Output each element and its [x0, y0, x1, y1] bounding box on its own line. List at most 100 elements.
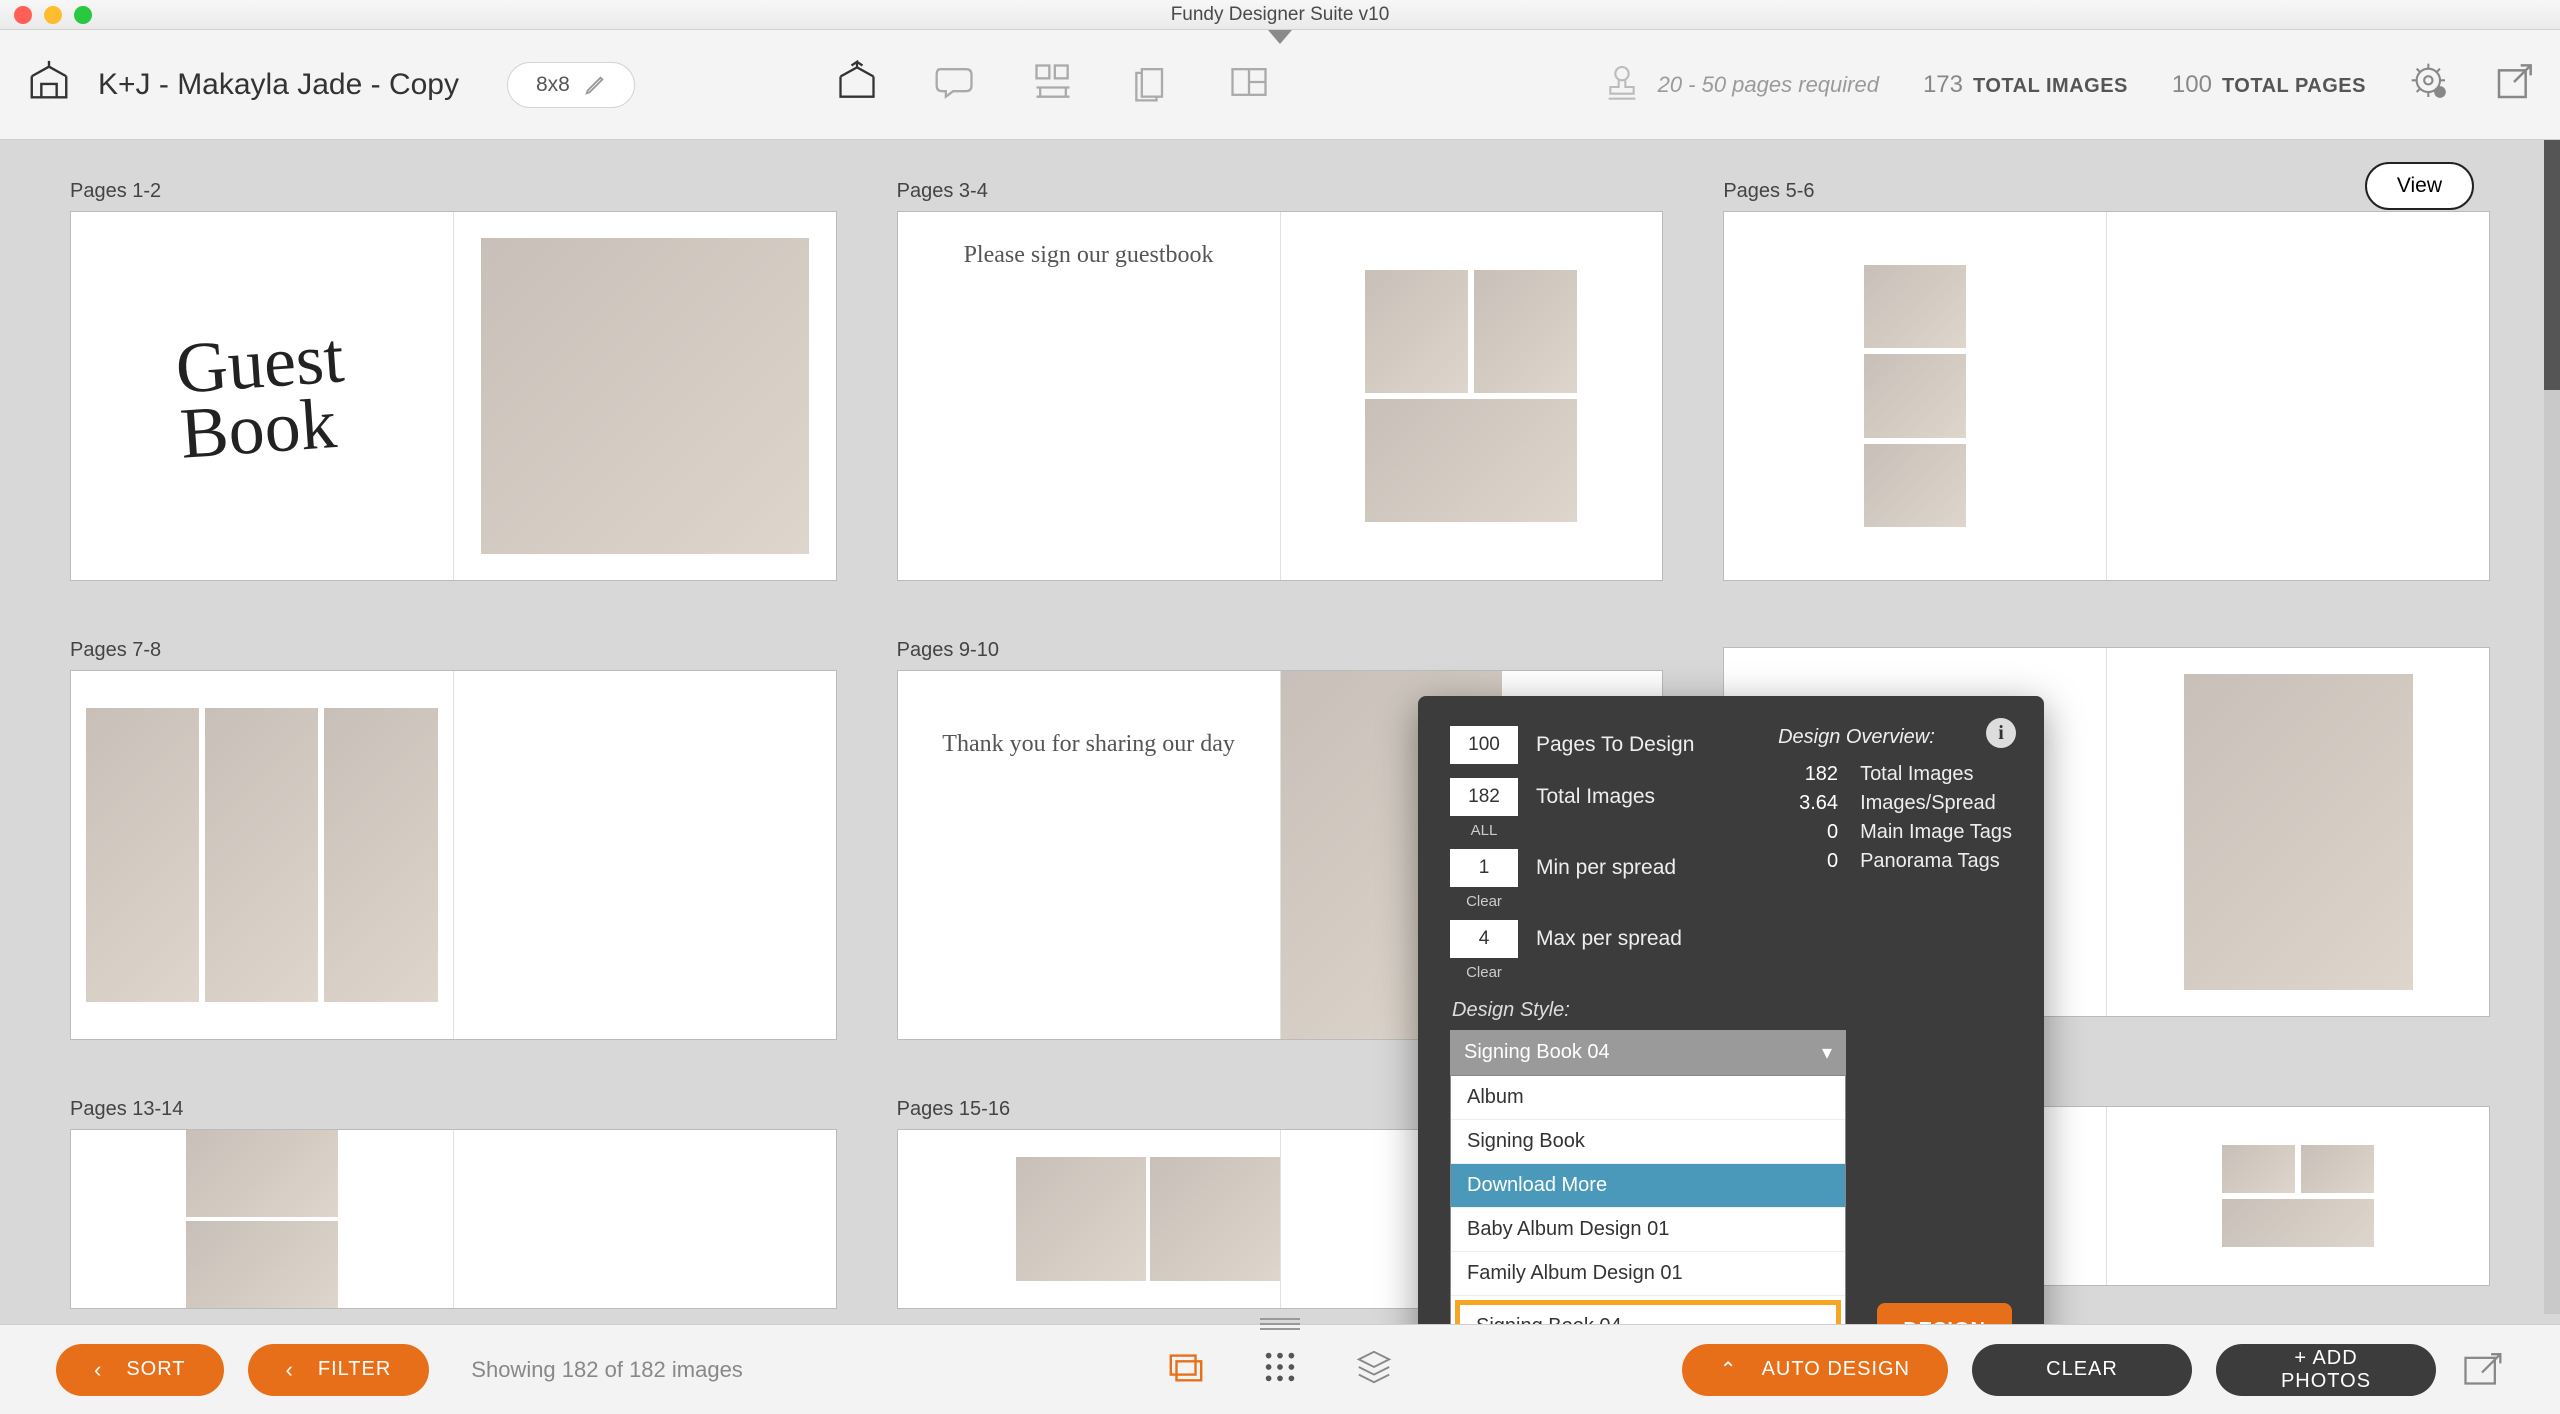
min-per-spread-input[interactable]: [1450, 849, 1518, 887]
edit-icon: [584, 74, 606, 96]
view-button[interactable]: View: [2365, 162, 2474, 210]
photo-placeholder: [2184, 674, 2413, 990]
overview-label: Images/Spread: [1860, 792, 1996, 815]
gallery-wall-icon[interactable]: [1031, 60, 1075, 109]
auto-design-label: AUTO DESIGN: [1762, 1358, 1910, 1381]
spreads-area: View Pages 1-2 Guest Book Pages 3-4 Plea…: [0, 140, 2560, 1324]
max-per-spread-input[interactable]: [1450, 920, 1518, 958]
popout-icon[interactable]: [2494, 62, 2534, 107]
cards-icon[interactable]: [1129, 60, 1173, 109]
dropdown-selected: Signing Book 04: [1464, 1041, 1610, 1064]
design-style-dropdown[interactable]: Signing Book 04 ▾: [1450, 1030, 1846, 1075]
overview-label: Main Image Tags: [1860, 821, 2012, 844]
dropdown-item-signing-book[interactable]: Signing Book: [1451, 1120, 1845, 1164]
spread-1-2[interactable]: Pages 1-2 Guest Book: [70, 180, 837, 581]
design-button[interactable]: DESIGN: [1877, 1303, 2012, 1324]
total-pages-count: 100 TOTAL PAGES: [2172, 71, 2366, 99]
view-mode-icons: [1167, 1348, 1393, 1391]
pages-to-design-label: Pages To Design: [1536, 733, 1694, 757]
layers-icon[interactable]: [1355, 1348, 1393, 1391]
overview-title: Design Overview:: [1778, 726, 2012, 749]
auto-design-button[interactable]: ⌃ AUTO DESIGN: [1682, 1344, 1948, 1396]
layout-icon[interactable]: [1227, 60, 1271, 109]
photo-placeholder: [481, 238, 809, 554]
spread-label: Pages 13-14: [70, 1098, 837, 1121]
total-pages-number: 100: [2172, 71, 2212, 99]
clear-button[interactable]: CLEAR: [1972, 1344, 2192, 1396]
chevron-down-icon: ▾: [1822, 1040, 1832, 1065]
scrollbar-thumb[interactable]: [2544, 140, 2560, 390]
mode-icons: [835, 60, 1271, 109]
dropdown-arrow-icon[interactable]: [1268, 30, 1292, 44]
auto-design-popup: i Design Overview: 182Total Images 3.64I…: [1418, 696, 2044, 1324]
photo-collage: [86, 708, 437, 1002]
overview-value: 0: [1778, 821, 1838, 844]
photo-collage: [2198, 1121, 2398, 1271]
all-link[interactable]: ALL: [1450, 822, 1518, 839]
overview-label: Panorama Tags: [1860, 850, 2000, 873]
designer-mode-icon[interactable]: [835, 60, 879, 109]
dropdown-item-baby-album[interactable]: Baby Album Design 01: [1451, 1208, 1845, 1252]
clear-max-link[interactable]: Clear: [1450, 964, 1518, 981]
overview-value: 3.64: [1778, 792, 1838, 815]
filter-label: FILTER: [318, 1358, 391, 1381]
total-images-number: 173: [1923, 71, 1963, 99]
total-pages-label: TOTAL PAGES: [2222, 75, 2366, 98]
guestbook-title: Guest Book: [174, 326, 351, 467]
project-name: K+J - Makayla Jade - Copy: [98, 68, 459, 102]
design-style-label: Design Style:: [1452, 999, 2012, 1022]
export-icon[interactable]: [2460, 1345, 2504, 1394]
dropdown-item-signing-book-04[interactable]: Signing Book 04: [1455, 1300, 1841, 1324]
spread-label: Pages 1-2: [70, 180, 837, 203]
clear-min-link[interactable]: Clear: [1450, 893, 1518, 910]
filter-button[interactable]: ‹ FILTER: [248, 1344, 430, 1396]
total-images-input[interactable]: [1450, 778, 1518, 816]
chat-icon[interactable]: [933, 60, 977, 109]
spread-label: Pages 9-10: [897, 639, 1664, 662]
sort-label: SORT: [126, 1358, 185, 1381]
chevron-left-icon: ‹: [286, 1357, 294, 1383]
dropdown-list: Album Signing Book Download More Baby Al…: [1450, 1075, 1846, 1324]
sort-button[interactable]: ‹ SORT: [56, 1344, 224, 1396]
spread-label: Pages 3-4: [897, 180, 1664, 203]
photo-placeholder: [1016, 1157, 1146, 1282]
spread-label: Pages 7-8: [70, 639, 837, 662]
total-images-label: Total Images: [1536, 785, 1655, 809]
pages-to-design-input[interactable]: [1450, 726, 1518, 764]
showing-count: Showing 182 of 182 images: [471, 1357, 743, 1383]
pages-required-text: 20 - 50 pages required: [1658, 72, 1879, 98]
overview-value: 182: [1778, 763, 1838, 786]
spread-7-8[interactable]: Pages 7-8: [70, 639, 837, 1040]
photo-collage: [1840, 241, 1990, 551]
total-images-count: 173 TOTAL IMAGES: [1923, 71, 2128, 99]
titlebar: Fundy Designer Suite v10: [0, 0, 2560, 30]
chevron-up-icon: ⌃: [1720, 1357, 1738, 1382]
slideshow-icon[interactable]: [1167, 1348, 1205, 1391]
top-toolbar: K+J - Makayla Jade - Copy 8x8 20 - 50 pa…: [0, 30, 2560, 140]
design-overview: Design Overview: 182 Total Images 3.64 Ima…: [1778, 726, 2012, 879]
chevron-left-icon: ‹: [94, 1357, 102, 1383]
pages-required: 20 - 50 pages required: [1602, 62, 1879, 108]
max-per-spread-label: Max per spread: [1536, 927, 1682, 951]
dropdown-item-family-album[interactable]: Family Album Design 01: [1451, 1252, 1845, 1296]
grid-view-icon[interactable]: [1261, 1348, 1299, 1391]
add-photos-button[interactable]: + ADD PHOTOS: [2216, 1344, 2436, 1396]
total-images-label: TOTAL IMAGES: [1973, 75, 2128, 98]
photo-collage: [186, 1130, 339, 1308]
drag-handle-icon[interactable]: [1260, 1315, 1300, 1333]
dropdown-item-album[interactable]: Album: [1451, 1076, 1845, 1120]
bottom-toolbar: ‹SORT ‹FILTER Showing 182 of 182 images …: [0, 1324, 2560, 1414]
dropdown-item-download-more[interactable]: Download More: [1451, 1164, 1845, 1208]
spread-5-6[interactable]: Pages 5-6: [1723, 180, 2490, 581]
spread-3-4[interactable]: Pages 3-4 Please sign our guestbook: [897, 180, 1664, 581]
album-size-pill[interactable]: 8x8: [507, 62, 635, 108]
photo-collage: [1341, 246, 1601, 546]
stamp-icon: [1602, 62, 1642, 108]
settings-icon[interactable]: [2410, 62, 2450, 107]
photo-placeholder: [1150, 1157, 1280, 1282]
spread-13-14[interactable]: Pages 13-14: [70, 1098, 837, 1309]
script-text: Thank you for sharing our day: [942, 731, 1235, 758]
overview-label: Total Images: [1860, 763, 1973, 786]
album-size: 8x8: [536, 73, 570, 97]
app-logo-icon[interactable]: [26, 59, 72, 110]
